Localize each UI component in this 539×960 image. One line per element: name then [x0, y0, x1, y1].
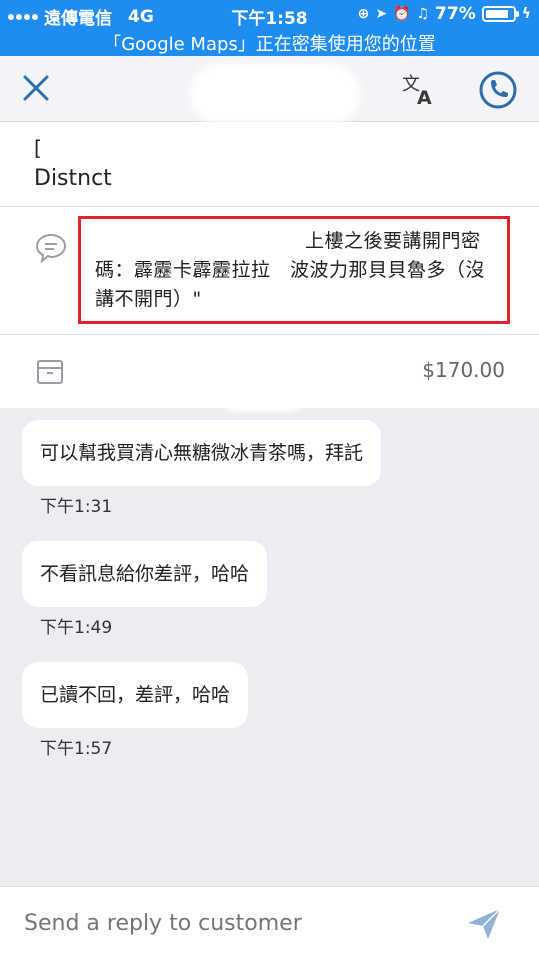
- message-item: 可以幫我買清心無糖微冰青茶嗎，拜託 下午1:31: [22, 420, 382, 517]
- status-bar: 遠傳電信 4G 下午1:58 ⊕ ➤ ⏰ ♫ 77% ϟ 「Google Map…: [0, 0, 539, 56]
- order-box-icon: [36, 358, 64, 386]
- location-banner[interactable]: 「Google Maps」正在密集使用您的位置: [0, 30, 539, 56]
- redacted-area: [218, 374, 308, 412]
- address-line-2: Distnct: [34, 166, 112, 191]
- alarm-icon: ⏰: [393, 6, 411, 22]
- charging-icon: ϟ: [521, 6, 531, 22]
- order-info-panel: [ Distnct 上樓之後要講開門密碼：霹靂卡霹靂拉拉 波波力那貝貝魯多（沒講…: [0, 122, 539, 412]
- battery-percent: 77%: [435, 4, 476, 24]
- customer-name-redacted: [190, 64, 360, 124]
- orientation-lock-icon: ⊕: [357, 6, 370, 22]
- headphones-icon: ♫: [416, 6, 430, 22]
- divider: [0, 206, 539, 207]
- message-time: 下午1:49: [40, 618, 113, 638]
- speech-bubble-icon: [34, 232, 68, 264]
- svg-text:A: A: [417, 87, 432, 108]
- order-price: $170.00: [422, 358, 505, 382]
- message-time: 下午1:57: [40, 739, 113, 759]
- send-icon[interactable]: [466, 907, 502, 941]
- phone-icon[interactable]: [478, 70, 518, 110]
- message-bubble[interactable]: 不看訊息給你差評，哈哈: [22, 541, 268, 607]
- reply-bar: [0, 886, 539, 960]
- translate-icon[interactable]: 文 A: [400, 70, 438, 109]
- message-time: 下午1:31: [40, 497, 113, 517]
- message-item: 不看訊息給你差評，哈哈 下午1:49: [22, 541, 268, 638]
- reply-input[interactable]: [24, 911, 424, 936]
- battery-icon: [481, 6, 519, 22]
- delivery-note: 上樓之後要講開門密碼：霹靂卡霹靂拉拉 波波力那貝貝魯多（沒講不開門）": [95, 230, 486, 310]
- message-item: 已讀不回，差評，哈哈 下午1:57: [22, 662, 249, 759]
- message-bubble[interactable]: 可以幫我買清心無糖微冰青茶嗎，拜託: [22, 420, 382, 486]
- address-line-1: [: [34, 136, 42, 160]
- location-arrow-icon: ➤: [375, 6, 388, 22]
- divider: [0, 334, 539, 335]
- message-list: 可以幫我買清心無糖微冰青茶嗎，拜託 下午1:31 不看訊息給你差評，哈哈 下午1…: [0, 408, 539, 880]
- delivery-note-highlight: 上樓之後要講開門密碼：霹靂卡霹靂拉拉 波波力那貝貝魯多（沒講不開門）": [78, 216, 510, 324]
- message-bubble[interactable]: 已讀不回，差評，哈哈: [22, 662, 249, 728]
- chat-header: 文 A: [0, 56, 539, 124]
- close-icon[interactable]: [20, 72, 52, 104]
